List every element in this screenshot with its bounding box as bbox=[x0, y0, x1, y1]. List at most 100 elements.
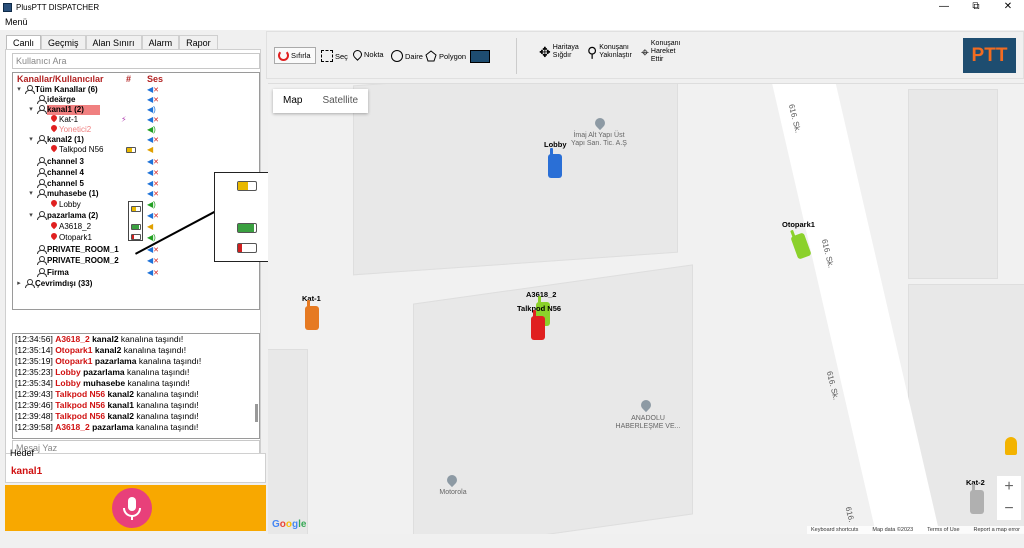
zoom-speaker-button[interactable]: ⚲ Konuşanı Yakınlaştır bbox=[587, 44, 632, 60]
tree-row-user[interactable]: Yonetici2 ◀) bbox=[13, 125, 259, 135]
zoom-out-button[interactable]: − bbox=[997, 498, 1021, 520]
radio-device-icon[interactable] bbox=[531, 310, 545, 340]
tree-row-all-channels[interactable]: ▾ Tüm Kanallar (6) ◀✕ bbox=[13, 85, 259, 95]
map-building bbox=[908, 89, 998, 279]
tree-row-label: Kat-1 bbox=[59, 115, 79, 124]
poi-imaj[interactable]: İmaj Alt Yapı Üst Yapı San. Tic. A.Ş bbox=[564, 132, 634, 148]
log-line: [12:35:19] Otopark1 pazarlama kanalına t… bbox=[15, 356, 202, 366]
collapse-icon[interactable]: ▾ bbox=[27, 135, 35, 145]
speaker-on-icon[interactable]: ◀ bbox=[147, 145, 153, 155]
tree-row-channel[interactable]: Firma ◀✕ bbox=[13, 268, 259, 278]
minimize-button[interactable]: — bbox=[928, 0, 960, 14]
tab-report[interactable]: Rapor bbox=[179, 35, 218, 49]
tree-row-label: muhasebe (1) bbox=[47, 189, 99, 198]
log-line: [12:39:58] A3618_2 pazarlama kanalına ta… bbox=[15, 422, 199, 432]
battery-legend-small bbox=[128, 201, 143, 241]
select-tool[interactable]: Seç bbox=[321, 50, 348, 62]
menu-bar: Menü bbox=[0, 14, 1024, 30]
fit-map-button[interactable]: ✥ Haritaya Sığdır bbox=[539, 44, 579, 60]
reset-button[interactable]: Sıfırla bbox=[274, 47, 316, 64]
poi-anadolu[interactable]: ANADOLU HABERLEŞME VE... bbox=[613, 415, 683, 431]
user-search-input[interactable]: Kullanıcı Ara bbox=[12, 53, 260, 69]
location-pin-icon bbox=[51, 222, 57, 230]
speaker-active-icon[interactable]: ◀) bbox=[147, 105, 156, 115]
tree-row-offline[interactable]: ▸ Çevrimdışı (33) bbox=[13, 279, 259, 289]
collapse-icon[interactable]: ▾ bbox=[27, 211, 35, 221]
speaker-muted-icon[interactable]: ◀✕ bbox=[147, 168, 159, 179]
keyboard-shortcuts-link[interactable]: Keyboard shortcuts bbox=[811, 527, 858, 533]
tree-row-channel[interactable]: ideärge ◀✕ bbox=[13, 95, 259, 105]
toolbar-divider bbox=[516, 38, 517, 74]
point-tool[interactable]: Nokta bbox=[351, 48, 384, 61]
close-button[interactable]: ✕ bbox=[992, 0, 1024, 14]
radio-device-icon[interactable] bbox=[970, 484, 984, 514]
polygon-icon bbox=[425, 50, 437, 62]
tab-alarm[interactable]: Alarm bbox=[141, 35, 180, 49]
map-type-satellite[interactable]: Satellite bbox=[312, 89, 368, 113]
battery-low-icon bbox=[237, 243, 257, 253]
speaker-muted-icon[interactable]: ◀✕ bbox=[147, 189, 159, 200]
tree-row-user[interactable]: Kat-1 ⚡ ◀✕ bbox=[13, 115, 259, 125]
polygon-tool[interactable]: Polygon bbox=[425, 50, 466, 62]
poi-motorola[interactable]: Motorola bbox=[428, 489, 478, 497]
user-icon bbox=[37, 105, 47, 114]
speaker-muted-icon[interactable]: ◀✕ bbox=[147, 268, 159, 279]
event-log: [12:34:56] A3618_2 kanal2 kanalına taşın… bbox=[12, 333, 260, 439]
log-line: [12:35:14] Otopark1 kanal2 kanalına taşı… bbox=[15, 345, 187, 355]
user-icon bbox=[37, 189, 47, 198]
tree-row-label: Otopark1 bbox=[59, 233, 92, 242]
report-error-link[interactable]: Report a map error bbox=[974, 527, 1020, 533]
tree-row-label: Talkpod N56 bbox=[59, 145, 104, 154]
restore-button[interactable]: ⧉ bbox=[960, 0, 992, 14]
collapse-icon[interactable]: ▾ bbox=[27, 105, 35, 115]
battery-icon bbox=[126, 147, 136, 153]
tree-row-channel[interactable]: ▾ kanal2 (1) ◀✕ bbox=[13, 135, 259, 145]
menu-item[interactable]: Menü bbox=[5, 17, 28, 27]
map-footer: Keyboard shortcuts Map data ©2023 Terms … bbox=[806, 526, 1024, 534]
tree-row-channel-selected[interactable]: ▾ kanal1 (2) ◀) bbox=[13, 105, 259, 115]
circle-icon bbox=[391, 50, 403, 62]
speaker-muted-icon[interactable]: ◀✕ bbox=[147, 157, 159, 168]
circle-tool[interactable]: Daire bbox=[391, 50, 423, 62]
street-view-pegman-icon[interactable] bbox=[1005, 437, 1017, 455]
log-line: [12:35:34] Lobby muhasebe kanalına taşın… bbox=[15, 378, 190, 388]
map-view[interactable]: Map Satellite İmaj Alt Yapı Üst Yapı San.… bbox=[268, 83, 1024, 534]
user-icon bbox=[37, 245, 47, 254]
expand-icon[interactable]: ▸ bbox=[15, 279, 23, 289]
street-label: 616. bbox=[843, 505, 857, 524]
user-icon bbox=[37, 268, 47, 277]
speaker-muted-icon[interactable]: ◀✕ bbox=[147, 211, 159, 222]
target-label: Hedef bbox=[10, 448, 35, 458]
device-label: A3618_2 bbox=[526, 290, 557, 299]
map-type-map[interactable]: Map bbox=[273, 89, 312, 113]
speaker-muted-icon[interactable]: ◀✕ bbox=[147, 256, 159, 267]
radio-device-icon[interactable] bbox=[548, 148, 562, 178]
color-picker[interactable] bbox=[470, 50, 490, 63]
tree-row-label: channel 3 bbox=[47, 157, 84, 166]
tree-row-label: channel 5 bbox=[47, 179, 84, 188]
log-scrollbar[interactable] bbox=[255, 404, 258, 422]
radio-device-icon[interactable] bbox=[305, 300, 319, 330]
speaker-on-icon[interactable]: ◀) bbox=[147, 125, 156, 135]
tree-row-label: Çevrimdışı (33) bbox=[35, 279, 93, 288]
move-speaker-button[interactable]: ⌖ Konuşanı Hareket Ettir bbox=[641, 40, 680, 64]
push-to-talk-button[interactable] bbox=[112, 488, 152, 528]
speaker-on-icon[interactable]: ◀ bbox=[147, 222, 153, 232]
tree-row-user[interactable]: Talkpod N56 ◀ bbox=[13, 145, 259, 155]
tab-geofence[interactable]: Alan Sınırı bbox=[85, 35, 142, 49]
user-icon bbox=[25, 279, 35, 288]
tree-row-channel[interactable]: channel 3 ◀✕ bbox=[13, 157, 259, 167]
zoom-in-button[interactable]: + bbox=[997, 476, 1021, 498]
tab-live[interactable]: Canlı bbox=[6, 35, 42, 49]
collapse-icon[interactable]: ▾ bbox=[15, 85, 23, 95]
location-pin-icon bbox=[51, 125, 57, 133]
speaker-on-icon[interactable]: ◀) bbox=[147, 200, 156, 210]
device-label: Talkpod N56 bbox=[517, 304, 562, 313]
zoom-speaker-icon: ⚲ bbox=[587, 44, 598, 60]
ptt-bar bbox=[5, 485, 266, 531]
tab-history[interactable]: Geçmiş bbox=[41, 35, 86, 49]
terms-link[interactable]: Terms of Use bbox=[927, 527, 959, 533]
battery-half-icon bbox=[237, 181, 257, 191]
battery-charging-icon: ⚡ bbox=[121, 115, 127, 124]
collapse-icon[interactable]: ▾ bbox=[27, 189, 35, 199]
